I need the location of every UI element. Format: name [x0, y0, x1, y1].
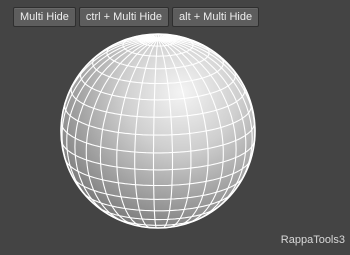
ctrl-multi-hide-button[interactable]: ctrl + Multi Hide — [78, 7, 170, 27]
3d-viewport[interactable] — [0, 30, 350, 250]
alt-multi-hide-button[interactable]: alt + Multi Hide — [172, 7, 260, 27]
sphere-wireframe-icon[interactable] — [0, 30, 350, 250]
rappatools-watermark: RappaTools3 — [280, 234, 345, 246]
multi-hide-button[interactable]: Multi Hide — [13, 7, 76, 27]
toolbar: Multi Hide ctrl + Multi Hide alt + Multi… — [13, 7, 260, 27]
